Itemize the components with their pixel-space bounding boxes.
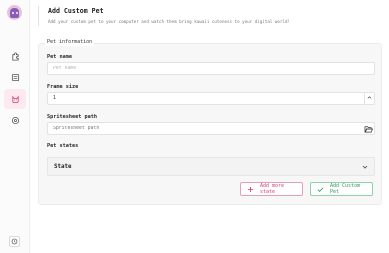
folder-open-icon <box>364 125 373 132</box>
chevron-down-icon <box>362 165 368 169</box>
frame-size-field[interactable]: 1 <box>47 92 375 105</box>
state-dropdown-label: State <box>54 164 72 170</box>
add-custom-pet-label: Add Custom Pet <box>329 183 361 195</box>
frame-size-stepper[interactable] <box>364 93 374 104</box>
puzzle-icon <box>11 51 19 61</box>
check-icon <box>317 186 324 192</box>
cat-icon <box>11 95 19 103</box>
spritesheet-label: Spritesheet path <box>47 114 97 120</box>
pet-states-label: Pet states <box>47 143 79 149</box>
list-icon <box>11 73 19 81</box>
sidebar-item-extensions[interactable] <box>4 46 26 66</box>
page-header: Add Custom Pet Add your custom pet to yo… <box>38 6 338 26</box>
browse-button[interactable] <box>363 124 373 133</box>
frame-size-value: 1 <box>53 96 56 101</box>
globe-icon <box>11 116 19 124</box>
card-legend: Pet information <box>45 39 95 46</box>
sidebar-item-settings[interactable] <box>4 110 26 130</box>
sidebar-item-list[interactable] <box>4 67 26 87</box>
plus-icon <box>247 186 254 192</box>
app-avatar[interactable] <box>7 5 22 20</box>
history-button[interactable] <box>9 236 20 247</box>
pet-name-label: Pet name <box>47 54 72 60</box>
frame-size-label: Frame size <box>47 84 79 90</box>
pet-eye-left <box>12 12 14 14</box>
spritesheet-field <box>47 122 375 135</box>
history-icon <box>11 238 18 245</box>
state-dropdown[interactable]: State <box>47 157 375 176</box>
page-title: Add Custom Pet <box>48 7 104 15</box>
sidebar-item-add-pet[interactable] <box>4 89 26 109</box>
pet-eye-right <box>16 12 18 14</box>
add-custom-pet-button[interactable]: Add Custom Pet <box>310 182 373 196</box>
chevron-up-icon <box>367 96 372 99</box>
spritesheet-input[interactable] <box>48 123 358 134</box>
pet-name-input[interactable] <box>47 62 375 75</box>
pet-information-card: Pet information Pet name Frame size 1 Sp… <box>38 39 382 205</box>
add-more-state-button[interactable]: Add more state <box>240 182 303 196</box>
sidebar <box>0 0 30 253</box>
page-subtitle: Add your custom pet to your computer and… <box>48 19 291 24</box>
add-more-state-label: Add more state <box>259 183 285 195</box>
